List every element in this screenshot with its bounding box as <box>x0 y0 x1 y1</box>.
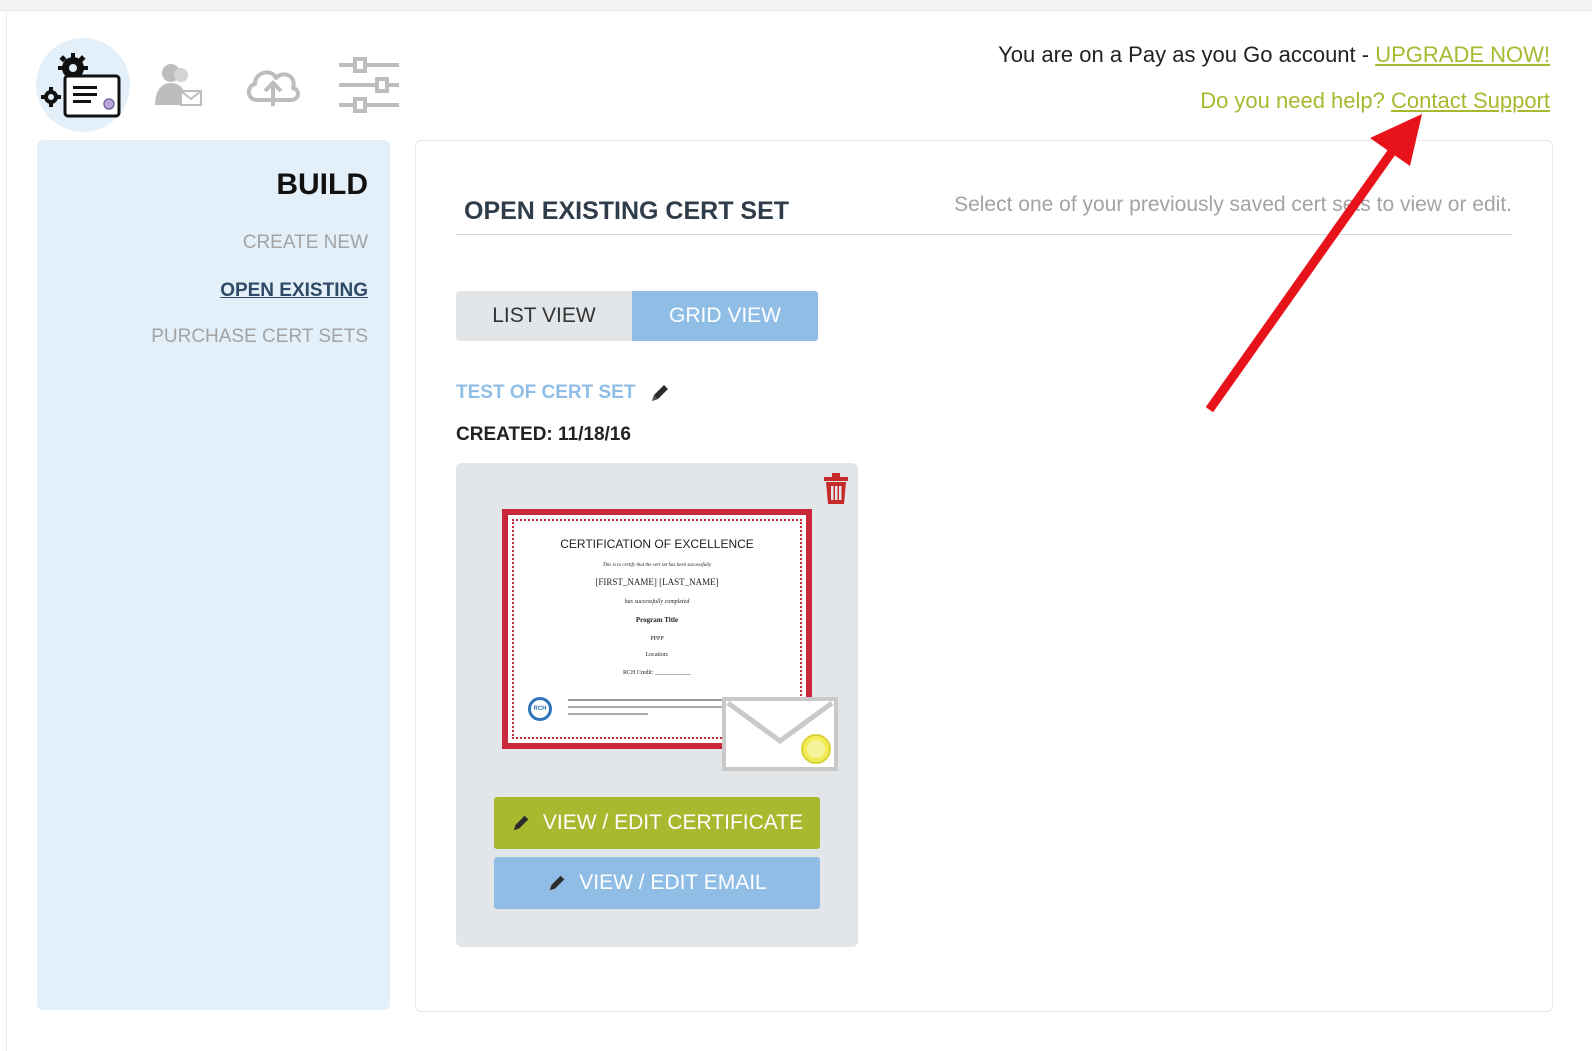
trash-icon <box>824 473 848 504</box>
sidebar-item-create-new[interactable]: CREATE NEW <box>243 232 368 254</box>
account-status-text: You are on a Pay as you Go account - <box>998 42 1376 67</box>
cert-set-card: CERTIFICATION OF EXCELLENCE This is to c… <box>456 463 858 947</box>
certificate-line-6: Location: <box>645 652 669 658</box>
delete-button[interactable] <box>822 473 850 510</box>
view-edit-certificate-label: VIEW / EDIT CERTIFICATE <box>542 811 804 834</box>
view-edit-email-button[interactable]: VIEW / EDIT EMAIL <box>494 857 820 909</box>
nav-upload[interactable] <box>226 38 320 132</box>
nav-recipients[interactable] <box>132 38 226 132</box>
certificate-line-5: PPPP <box>650 636 664 642</box>
view-edit-email-label: VIEW / EDIT EMAIL <box>579 871 767 894</box>
nav-settings[interactable] <box>322 38 416 132</box>
rch-seal: RCH <box>528 697 552 721</box>
upgrade-now-link[interactable]: UPGRADE NOW! <box>1375 42 1550 67</box>
pencil-icon <box>549 875 565 891</box>
sidebar: BUILD CREATE NEW OPEN EXISTING PURCHASE … <box>37 140 390 1010</box>
list-view-button[interactable]: LIST VIEW <box>456 291 632 341</box>
certificate-line-2: [FIRST_NAME] [LAST_NAME] <box>595 577 719 587</box>
certificate-line-3: has successfully completed <box>624 599 690 605</box>
certificate-line-7: RCH Credit: ____________ <box>622 670 691 676</box>
recipients-icon <box>155 64 202 106</box>
sidebar-title: BUILD <box>276 168 368 201</box>
cert-set-created-date: CREATED: 11/18/16 <box>456 424 631 445</box>
envelope-icon <box>726 700 834 764</box>
view-toggle: LIST VIEW GRID VIEW <box>456 291 818 341</box>
cert-set-name-text[interactable]: TEST OF CERT SET <box>456 382 635 404</box>
certificate-fine-print <box>568 706 728 708</box>
account-status: You are on a Pay as you Go account - UPG… <box>998 42 1550 68</box>
nav-build[interactable] <box>36 38 130 132</box>
email-preview[interactable] <box>722 697 838 771</box>
sidebar-item-open-existing[interactable]: OPEN EXISTING <box>220 280 368 302</box>
cert-set-name: TEST OF CERT SET <box>456 382 671 404</box>
pencil-icon[interactable] <box>649 382 671 404</box>
certificate-line-1: This is to certify that the cert set has… <box>602 563 712 568</box>
grid-view-button[interactable]: GRID VIEW <box>632 291 818 341</box>
annotation-arrow-icon <box>1205 114 1422 413</box>
top-nav <box>36 38 416 134</box>
view-edit-certificate-button[interactable]: VIEW / EDIT CERTIFICATE <box>494 797 820 849</box>
cloud-upload-icon <box>246 70 300 106</box>
pencil-icon <box>513 815 529 831</box>
certificate-fine-print <box>568 699 748 701</box>
panel-title: OPEN EXISTING CERT SET <box>464 197 790 225</box>
settings-sliders-icon <box>339 57 399 113</box>
sidebar-item-purchase-cert-sets[interactable]: PURCHASE CERT SETS <box>151 326 368 348</box>
certificate-title: CERTIFICATION OF EXCELLENCE <box>560 537 754 551</box>
certificate-line-4: Program Title <box>635 616 679 624</box>
certificate-fine-print <box>568 713 648 715</box>
build-certificate-icon <box>41 53 121 118</box>
